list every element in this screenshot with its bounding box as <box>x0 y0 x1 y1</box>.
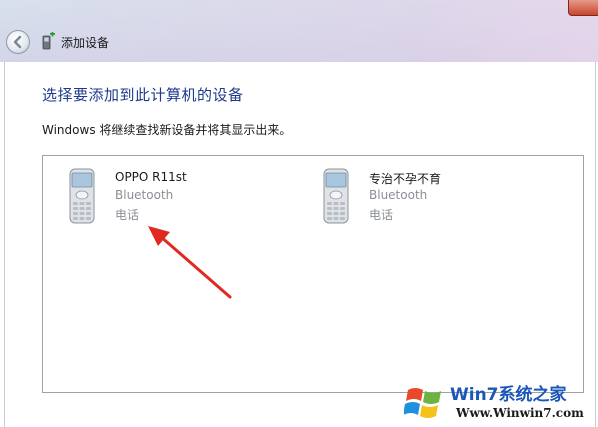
window-title: 添加设备 <box>61 36 110 50</box>
red-arrow-pointer <box>148 226 232 299</box>
watermark: Win7系统之家 Www.Winwin7.com <box>400 376 596 426</box>
device-name: 专治不孕不育 <box>369 172 442 186</box>
device-type: Bluetooth <box>115 188 174 202</box>
device-list: OPPO R11st Bluetooth 电话 专治不孕不育 Bluetooth… <box>42 155 584 393</box>
device-category: 电话 <box>115 208 140 222</box>
mobile-phone-icon <box>323 168 349 224</box>
mobile-phone-icon <box>69 168 95 224</box>
back-arrow-icon <box>13 35 22 49</box>
status-text: Windows 将继续查找新设备并将其显示出来。 <box>42 123 292 137</box>
device-item-unknown[interactable]: 专治不孕不育 Bluetooth 电话 <box>323 168 563 238</box>
watermark-brand: Win7系统之家 <box>450 385 567 405</box>
close-button[interactable] <box>568 0 598 16</box>
add-device-icon <box>42 32 55 50</box>
watermark-url: Www.Winwin7.com <box>456 406 584 420</box>
device-category: 电话 <box>369 208 394 222</box>
device-type: Bluetooth <box>369 188 428 202</box>
device-name: OPPO R11st <box>115 170 187 184</box>
windows-logo-icon <box>404 388 441 418</box>
page-heading: 选择要添加到此计算机的设备 <box>42 86 244 104</box>
back-button[interactable] <box>6 30 30 54</box>
title-bar <box>0 0 598 62</box>
